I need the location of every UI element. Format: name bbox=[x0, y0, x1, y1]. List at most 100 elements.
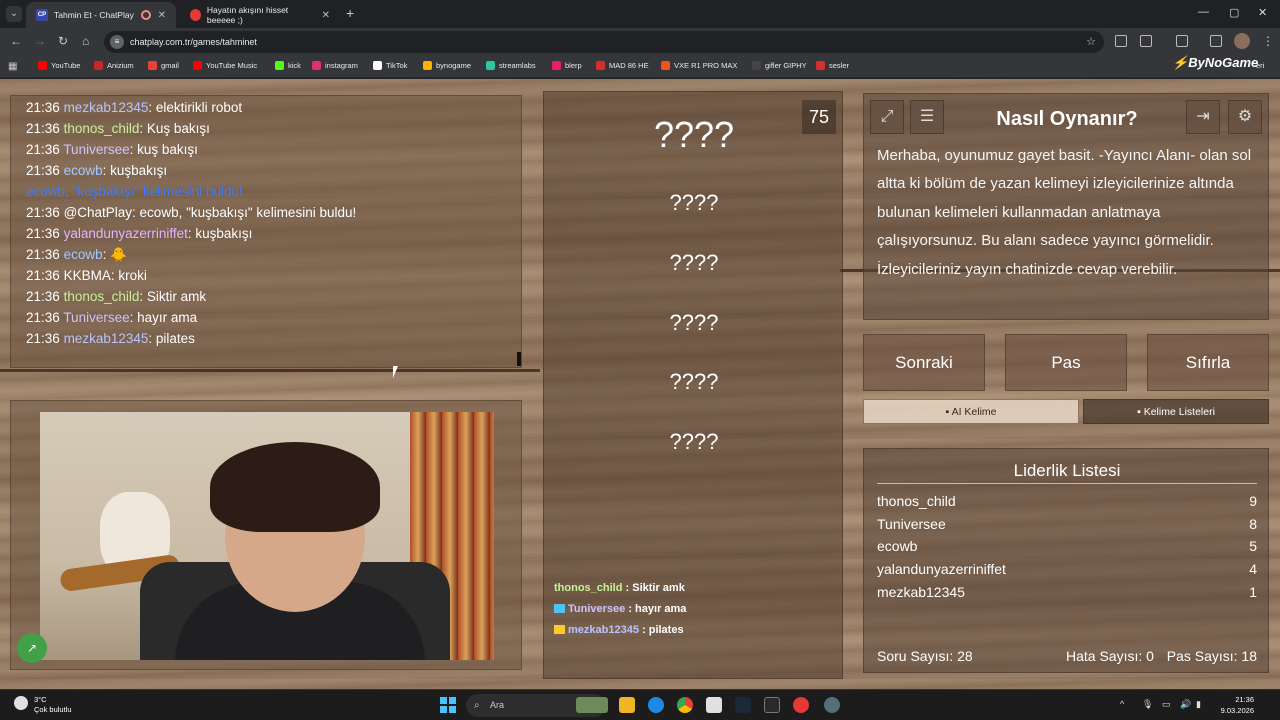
chat-username[interactable]: ecowb bbox=[64, 163, 103, 178]
chat-timestamp: 21:36 bbox=[26, 331, 60, 346]
bookmark-label: MAD 86 HE bbox=[609, 61, 649, 70]
bookmark-label: kick bbox=[288, 61, 301, 70]
bookmark-star-icon[interactable]: ☆ bbox=[1086, 31, 1096, 53]
chat-username[interactable]: Tuniversee bbox=[63, 310, 129, 325]
bookmark-label: YouTube bbox=[51, 61, 81, 70]
chat-username[interactable]: Tuniversee bbox=[63, 142, 129, 157]
address-bar[interactable]: ≡ chatplay.com.tr/games/tahminet ☆ bbox=[104, 31, 1104, 53]
widget-thumbnail-icon[interactable] bbox=[576, 697, 608, 713]
chat-username[interactable]: mezkab12345 bbox=[64, 100, 149, 115]
tab-ai-word[interactable]: ▪ AI Kelime bbox=[863, 399, 1079, 424]
bookmark-item[interactable]: YouTube Music bbox=[193, 61, 257, 70]
chat-timestamp: 21:36 bbox=[26, 163, 60, 178]
profile-avatar[interactable] bbox=[1234, 33, 1250, 49]
home-icon[interactable]: ⌂ bbox=[82, 34, 89, 48]
tab-word-lists[interactable]: ▪ Kelime Listeleri bbox=[1083, 399, 1269, 424]
chat-username[interactable]: KKBMA bbox=[64, 268, 111, 283]
bookmark-item[interactable]: gifler GIPHY bbox=[752, 61, 807, 70]
chrome-icon[interactable] bbox=[677, 697, 693, 713]
bookmark-item[interactable]: instagram bbox=[312, 61, 358, 70]
menu-kebab-icon[interactable]: ⋮ bbox=[1262, 34, 1274, 48]
bookmark-label: gmail bbox=[161, 61, 179, 70]
bookmark-item[interactable]: YouTube bbox=[38, 61, 80, 70]
bookmark-item[interactable]: gmail bbox=[148, 61, 179, 70]
bookmark-favicon-icon bbox=[552, 61, 561, 70]
chat-timestamp: 21:36 bbox=[26, 289, 60, 304]
forward-arrow-icon[interactable]: → bbox=[34, 34, 46, 48]
bookmark-item[interactable]: sesler bbox=[816, 61, 849, 70]
logout-icon[interactable]: ⇥ bbox=[1186, 100, 1220, 134]
chat-username[interactable]: thonos_child bbox=[64, 121, 140, 136]
bookmark-item[interactable]: Anizium bbox=[94, 61, 134, 70]
forbidden-word: ???? bbox=[669, 250, 719, 275]
chat-username[interactable]: ecowb bbox=[64, 247, 103, 262]
bookmark-item[interactable]: TikTok bbox=[373, 61, 407, 70]
settings-app-icon[interactable] bbox=[824, 697, 840, 713]
weather-widget[interactable]: 3°C Çok bulutlu bbox=[14, 695, 72, 715]
bookmark-label: sesler bbox=[829, 61, 850, 70]
battery-icon[interactable]: ▮ bbox=[1196, 699, 1201, 710]
tab-search-button[interactable]: ⌄ bbox=[6, 6, 22, 22]
chat-username[interactable]: ecowb, "kuşbakışı" kelimesini buldu! bbox=[26, 184, 243, 199]
tab-second[interactable]: Hayatın akışını hisset beeeee ;) ✕ bbox=[180, 2, 340, 28]
new-tab-button[interactable]: + bbox=[346, 5, 354, 21]
chat-username[interactable]: mezkab12345 bbox=[64, 331, 149, 346]
reset-button[interactable]: Sıfırla bbox=[1147, 334, 1269, 391]
volume-icon[interactable]: 🔊 bbox=[1180, 699, 1191, 710]
tab-chatplay[interactable]: CP Tahmin Et - ChatPlay ✕ bbox=[26, 2, 176, 28]
chat-username[interactable]: thonos_child bbox=[64, 289, 140, 304]
store-icon[interactable] bbox=[706, 697, 722, 713]
settings-gear-icon[interactable]: ⚙ bbox=[1228, 100, 1262, 134]
bookmark-item[interactable]: VXE R1 PRO MAX bbox=[661, 61, 737, 70]
next-button[interactable]: Sonraki bbox=[863, 334, 985, 391]
obs-icon[interactable] bbox=[793, 697, 809, 713]
chat-text: : kroki bbox=[110, 268, 147, 283]
bookmark-item[interactable]: bynogame bbox=[423, 61, 471, 70]
reload-icon[interactable]: ↻ bbox=[58, 34, 68, 48]
close-tab-icon[interactable]: ✕ bbox=[322, 10, 330, 21]
target-word: ???? bbox=[653, 114, 735, 155]
mini-chat-message: mezkab12345 : pilates bbox=[554, 624, 684, 636]
steam-icon[interactable] bbox=[735, 697, 751, 713]
tray-chevron-icon[interactable]: ^ bbox=[1120, 699, 1124, 709]
edge-icon[interactable] bbox=[648, 697, 664, 713]
chat-message: 21:36 ecowb: kuşbakışı bbox=[26, 163, 167, 178]
bookmark-item[interactable]: MAD 86 HE bbox=[596, 61, 649, 70]
chat-text: : pilates bbox=[148, 331, 195, 346]
maximize-button[interactable]: ▢ bbox=[1229, 6, 1239, 19]
leaderboard-score: 4 bbox=[1249, 561, 1257, 578]
system-clock[interactable]: 21:36 9.03.2026 bbox=[1214, 694, 1254, 716]
expand-arrow-button[interactable]: ↗ bbox=[17, 633, 47, 663]
chat-username[interactable]: yalandunyazerriniffet bbox=[64, 226, 188, 241]
leaderboard-row: Tuniversee 8 bbox=[877, 516, 1257, 532]
minimize-button[interactable]: — bbox=[1198, 6, 1209, 18]
chat-message: 21:36 Tuniversee: kuş bakışı bbox=[26, 142, 198, 157]
bookmark-item[interactable]: kick bbox=[275, 61, 301, 70]
chat-scrollbar[interactable] bbox=[517, 352, 521, 366]
chat-username[interactable]: @ChatPlay bbox=[64, 205, 132, 220]
site-info-icon[interactable]: ≡ bbox=[110, 35, 124, 49]
tab-title: Tahmin Et - ChatPlay bbox=[54, 10, 134, 20]
apps-grid-icon[interactable]: ▦ bbox=[8, 61, 17, 72]
file-explorer-icon[interactable] bbox=[619, 697, 635, 713]
reading-list-icon[interactable] bbox=[1210, 35, 1222, 47]
screenshot-icon[interactable] bbox=[1115, 35, 1127, 47]
downloads-icon[interactable] bbox=[1176, 35, 1188, 47]
mic-icon[interactable]: 🎙 bbox=[1142, 699, 1153, 710]
error-count: Hata Sayısı: 0 bbox=[1066, 648, 1154, 664]
monitor-icon[interactable]: ▭ bbox=[1162, 699, 1171, 710]
windows-start-icon[interactable] bbox=[440, 697, 456, 713]
back-arrow-icon[interactable]: ← bbox=[10, 34, 22, 48]
game-page: 21:36 mezkab12345: elektirikli robot 21:3… bbox=[0, 79, 1280, 689]
bookmark-favicon-icon bbox=[94, 61, 103, 70]
bookmark-item[interactable]: streamlabs bbox=[486, 61, 536, 70]
list-icon: ▪ bbox=[1137, 406, 1141, 418]
epic-games-icon[interactable] bbox=[764, 697, 780, 713]
windows-taskbar: 3°C Çok bulutlu ⌕ Ara ^ 🎙 ▭ 🔊 ▮ 21:36 9.… bbox=[0, 689, 1280, 720]
pass-button[interactable]: Pas bbox=[1005, 334, 1127, 391]
bookmark-item[interactable]: blerp bbox=[552, 61, 582, 70]
chat-timestamp: 21:36 bbox=[26, 247, 60, 262]
close-tab-icon[interactable]: ✕ bbox=[158, 10, 166, 21]
close-window-button[interactable]: ✕ bbox=[1258, 6, 1267, 19]
extensions-icon[interactable] bbox=[1140, 35, 1152, 47]
